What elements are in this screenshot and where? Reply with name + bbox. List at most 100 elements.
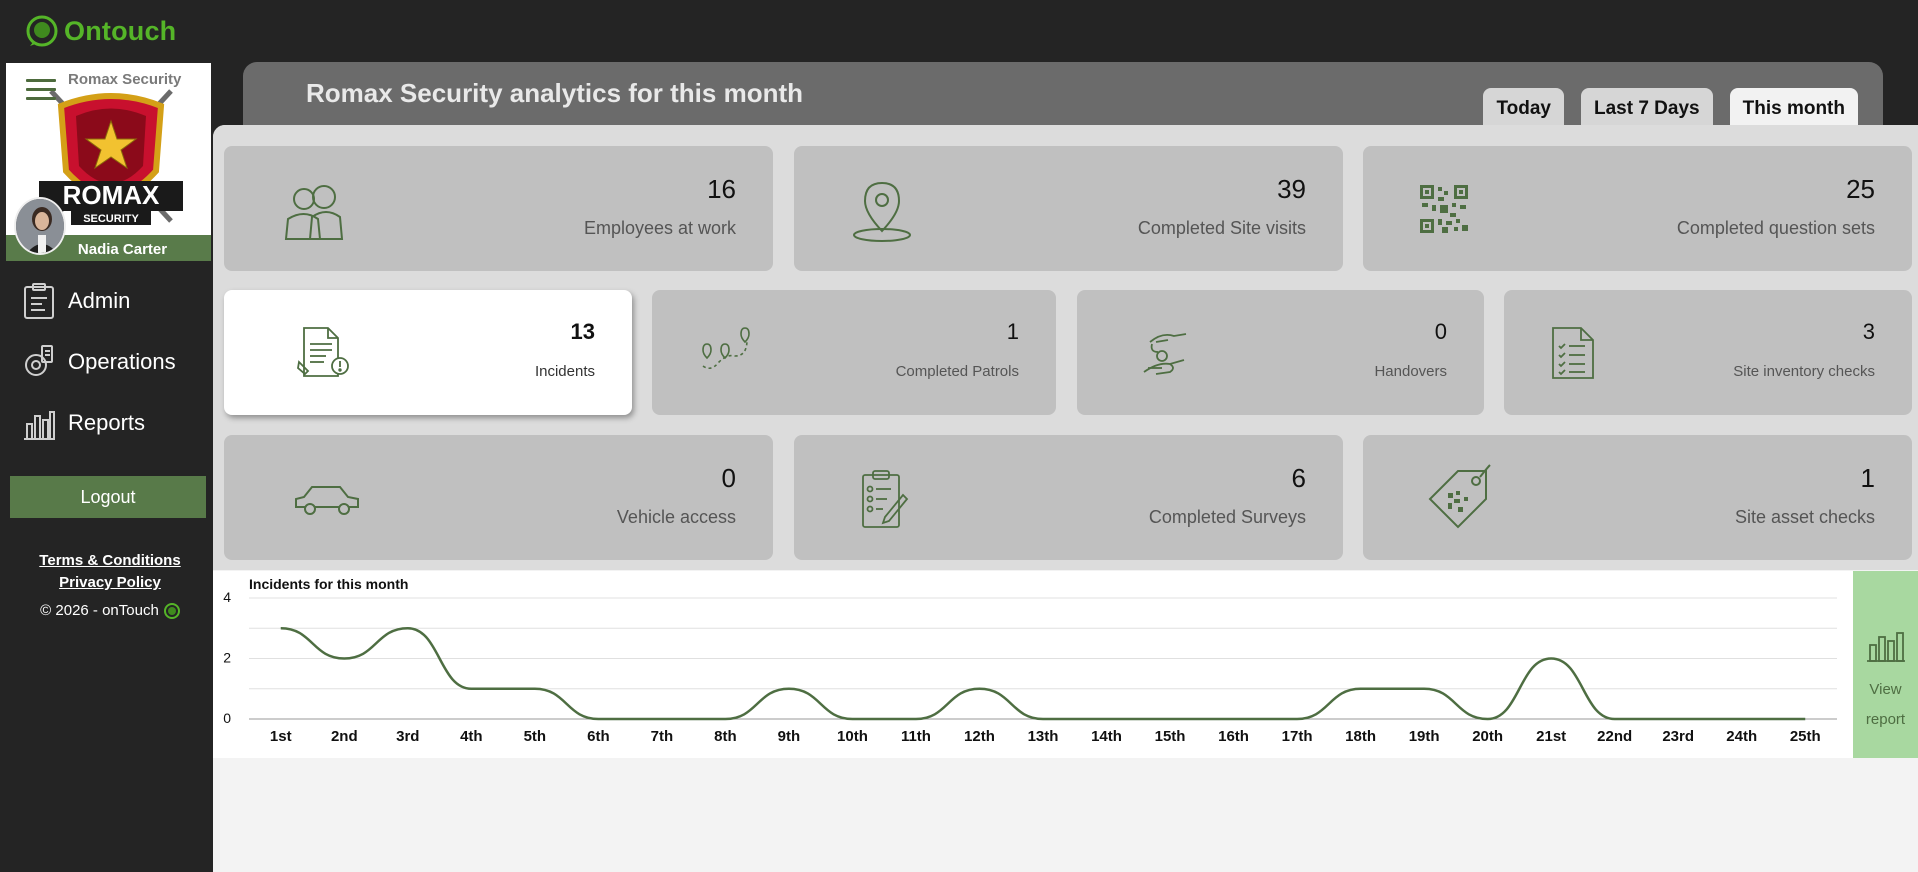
- y-tick-label: 4: [223, 589, 231, 605]
- report-chart-icon: [1867, 632, 1905, 662]
- qr-code-icon: [1420, 185, 1468, 233]
- incident-report-icon: [297, 327, 349, 377]
- handovers-label: Handovers: [1374, 363, 1447, 380]
- incidents-label: Incidents: [534, 363, 595, 380]
- site-visits-label: Completed Site visits: [1137, 218, 1306, 238]
- handover-icon: [1143, 333, 1187, 375]
- x-tick-label: 5th: [524, 728, 547, 745]
- profile-card: Romax Security ROMAX SECURITY Nadia Cart…: [6, 63, 211, 261]
- asset-checks-value: 1: [1860, 463, 1875, 493]
- view-report-button[interactable]: View report: [1853, 571, 1918, 758]
- clipboard-icon: [24, 282, 54, 319]
- x-tick-label: 10th: [837, 728, 868, 745]
- incidents-chart: Incidents for this month 0 2 4 1st 2nd 3rd 4th…: [213, 571, 1853, 758]
- site-visits-value: 39: [1277, 174, 1306, 204]
- employees-value: 16: [707, 174, 736, 204]
- data-point: [279, 626, 283, 630]
- crest-text: ROMAX: [63, 180, 160, 210]
- x-tick-label: 25th: [1790, 728, 1821, 745]
- chart-svg: 0 2 4 1st 2nd 3rd 4th 5th 6th 7th 8th 9th 10th 11th 12…: [223, 589, 1837, 745]
- x-tick-label: 17th: [1282, 728, 1313, 745]
- card-vehicle-access[interactable]: 0 Vehicle access: [224, 435, 773, 560]
- vehicle-label: Vehicle access: [616, 507, 736, 527]
- x-tick-label: 18th: [1345, 728, 1376, 745]
- tab-last-7-days[interactable]: Last 7 Days: [1580, 88, 1713, 126]
- data-point: [1613, 717, 1617, 721]
- patrols-value: 1: [1006, 319, 1019, 344]
- people-icon: [284, 185, 344, 240]
- copyright: © 2026 - onTouch: [0, 602, 220, 619]
- inventory-label: Site inventory checks: [1733, 363, 1875, 380]
- data-point: [977, 687, 981, 691]
- data-point: [406, 626, 410, 630]
- brand[interactable]: Ontouch: [26, 14, 176, 48]
- x-tick-label: 1st: [270, 728, 292, 745]
- data-point: [596, 717, 600, 721]
- view-report-label: View report: [1853, 675, 1918, 735]
- card-employees-at-work[interactable]: 16 Employees at work: [224, 146, 773, 271]
- card-handovers[interactable]: 0 Handovers: [1077, 290, 1484, 415]
- data-point: [723, 717, 727, 721]
- card-site-asset-checks[interactable]: 1 Site asset checks: [1363, 435, 1912, 560]
- tab-this-month[interactable]: This month: [1729, 88, 1858, 126]
- employees-label: Employees at work: [583, 218, 736, 238]
- vehicle-value: 0: [721, 463, 736, 493]
- patrols-label: Completed Patrols: [895, 363, 1019, 380]
- data-point: [1422, 687, 1426, 691]
- card-site-inventory-checks[interactable]: 3 Site inventory checks: [1504, 290, 1912, 415]
- data-point: [1105, 717, 1109, 721]
- asset-checks-label: Site asset checks: [1734, 507, 1875, 527]
- crest-subtext: SECURITY: [83, 213, 139, 225]
- x-tick-label: 2nd: [331, 728, 358, 745]
- ontouch-logo-icon: [26, 15, 58, 47]
- incidents-series-line: [280, 626, 1806, 721]
- view-report-line2: report: [1865, 711, 1906, 728]
- card-completed-surveys[interactable]: 6 Completed Surveys: [794, 435, 1343, 560]
- patrol-route-icon: [702, 327, 750, 370]
- page-title: Romax Security analytics for this month: [306, 78, 804, 108]
- x-tick-label: 12th: [964, 728, 995, 745]
- sidebar-item-label: Operations: [68, 348, 176, 374]
- data-point: [1041, 717, 1045, 721]
- x-tick-label: 14th: [1091, 728, 1122, 745]
- period-tabs: Today Last 7 Days This month: [1483, 88, 1858, 126]
- x-tick-label: 11th: [901, 728, 931, 745]
- x-tick-label: 20th: [1472, 728, 1503, 745]
- company-name: Romax Security: [68, 71, 182, 88]
- data-point: [1168, 717, 1172, 721]
- inventory-value: 3: [1862, 319, 1875, 344]
- x-tick-label: 8th: [714, 728, 737, 745]
- data-point: [914, 717, 918, 721]
- card-completed-question-sets[interactable]: 25 Completed question sets: [1363, 146, 1912, 271]
- sidebar-item-admin[interactable]: Admin: [0, 270, 212, 331]
- x-tick-label: 16th: [1218, 728, 1249, 745]
- card-completed-patrols[interactable]: 1 Completed Patrols: [652, 290, 1056, 415]
- privacy-link[interactable]: Privacy Policy: [0, 572, 220, 594]
- x-tick-label: 24th: [1726, 728, 1757, 745]
- avatar[interactable]: [14, 197, 66, 255]
- card-incidents[interactable]: 13 Incidents: [224, 290, 632, 415]
- logout-button[interactable]: Logout: [10, 476, 206, 518]
- y-tick-label: 2: [223, 650, 231, 666]
- menu-icon[interactable]: [26, 79, 56, 106]
- sidebar-item-operations[interactable]: Operations: [0, 331, 212, 392]
- x-tick-label: 4th: [460, 728, 483, 745]
- y-tick-label: 0: [223, 710, 231, 726]
- tab-today[interactable]: Today: [1483, 88, 1564, 126]
- data-point: [1676, 717, 1680, 721]
- location-pin-icon: [853, 181, 911, 242]
- handovers-value: 0: [1434, 319, 1447, 344]
- data-point: [1740, 717, 1744, 721]
- sidebar-item-label: Admin: [68, 287, 131, 313]
- brand-name: Ontouch: [64, 15, 177, 46]
- terms-link[interactable]: Terms & Conditions: [0, 550, 220, 572]
- x-tick-label: 22nd: [1597, 728, 1632, 745]
- question-sets-value: 25: [1846, 174, 1875, 204]
- x-tick-label: 19th: [1409, 728, 1440, 745]
- data-point: [1803, 717, 1807, 721]
- card-completed-site-visits[interactable]: 39 Completed Site visits: [794, 146, 1343, 271]
- data-point: [469, 687, 473, 691]
- sidebar-item-reports[interactable]: Reports: [0, 392, 212, 453]
- survey-clipboard-icon: [862, 470, 909, 528]
- data-point: [533, 687, 537, 691]
